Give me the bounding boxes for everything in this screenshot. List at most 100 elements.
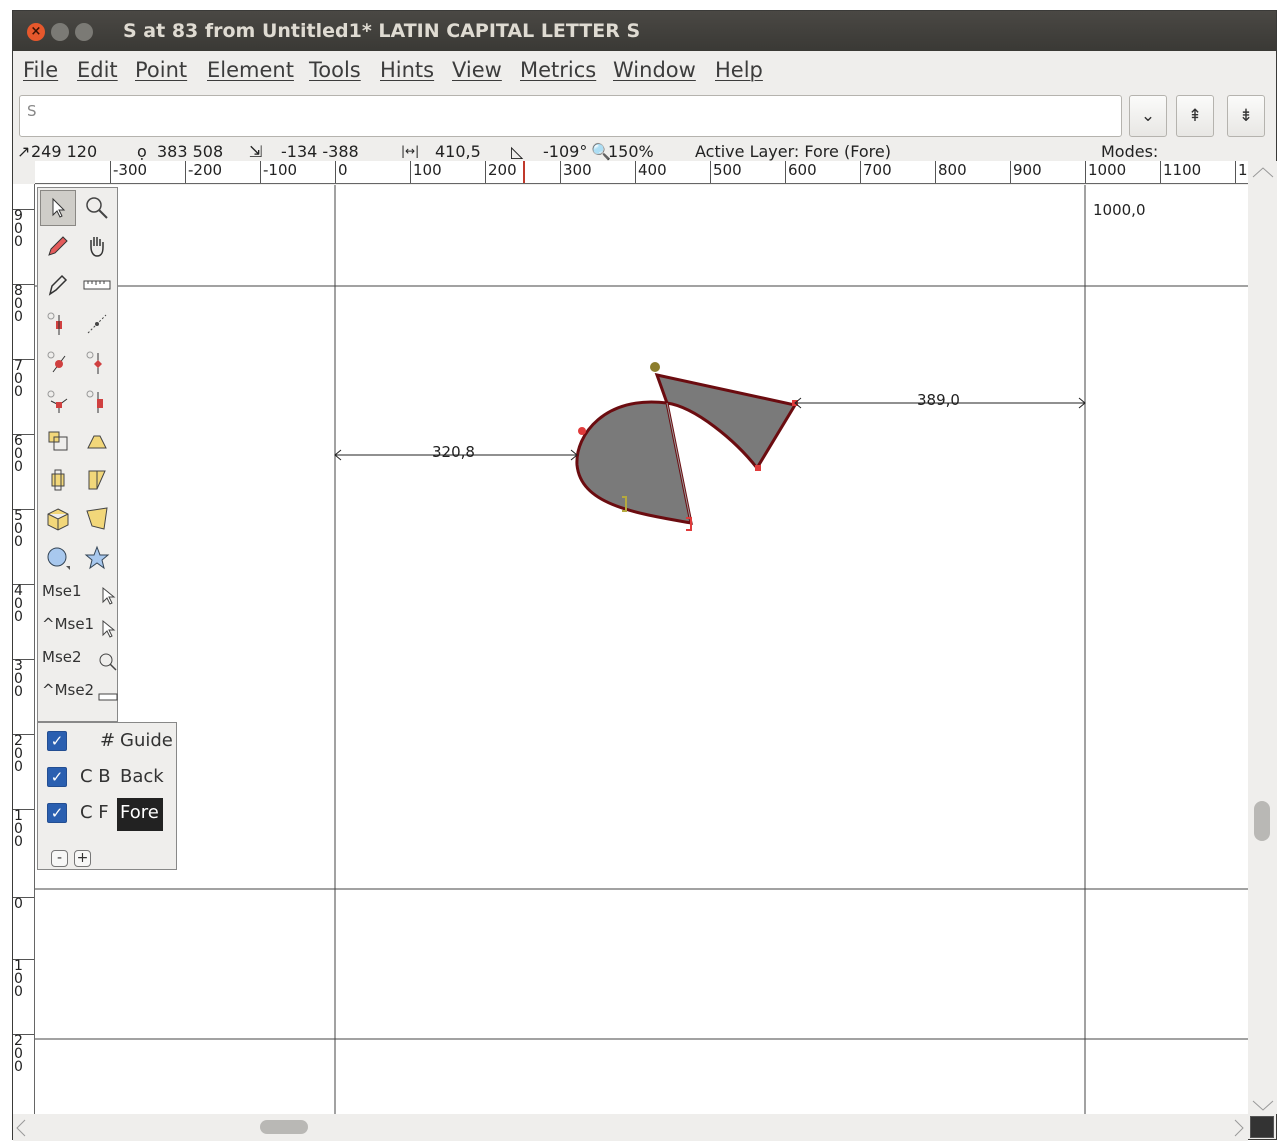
distance-value: 410,5	[435, 142, 481, 161]
scroll-tool[interactable]	[79, 228, 115, 264]
layer-fore-checkbox[interactable]: ✓	[47, 803, 67, 823]
circle-icon	[47, 547, 70, 570]
ruler-tick: 300	[560, 161, 592, 183]
cube-icon	[47, 508, 69, 531]
scroll-left-icon[interactable]	[15, 1118, 27, 1138]
add-corner-point-tool[interactable]	[79, 345, 115, 381]
ruler-tick: 2 0 0	[13, 734, 34, 774]
horizontal-scroll-thumb[interactable]	[260, 1120, 308, 1134]
ellipse-tool[interactable]	[40, 540, 76, 576]
3d-rotate-tool[interactable]	[40, 501, 76, 537]
vertical-scroll-thumb[interactable]	[1254, 801, 1270, 841]
menu-metrics[interactable]: Metrics	[520, 58, 596, 82]
pen-tool[interactable]	[40, 267, 76, 303]
glyph-outline-view	[35, 185, 1248, 1114]
ruler-tick: 700	[860, 161, 892, 183]
scroll-down-icon[interactable]	[1250, 1099, 1276, 1113]
layer-row-fore[interactable]: ✓ C F Fore	[38, 798, 177, 831]
rotate-tool[interactable]	[40, 462, 76, 498]
ruler-tick: 5 0 0	[13, 509, 34, 549]
menu-hints[interactable]: Hints	[380, 58, 434, 82]
add-anchor-point-tool[interactable]	[79, 384, 115, 420]
info-bar: ↗ 249 120 ọ 383 508 ⇲ -134 -388 |↔| 410,…	[13, 142, 1276, 162]
ruler-tick: 2 0 0	[13, 1034, 34, 1074]
minimize-button[interactable]	[51, 23, 69, 41]
add-hv-curve-point-tool[interactable]	[40, 345, 76, 381]
tangent-point-icon	[47, 390, 68, 413]
scale-icon	[48, 431, 68, 451]
layer-back-checkbox[interactable]: ✓	[47, 767, 67, 787]
vertical-ruler: 9 0 0 8 0 0 7 0 0 6 0 0 5 0 0 4 0 0 3 0 …	[13, 184, 35, 1114]
pen-icon	[48, 274, 68, 296]
layer-row-guide[interactable]: ✓ # Guide	[38, 726, 177, 756]
corner-point	[755, 465, 761, 471]
close-button[interactable]: ×	[27, 23, 45, 41]
angle-value: -109°	[543, 142, 588, 161]
previous-glyph-button[interactable]: ⇞	[1176, 95, 1214, 137]
add-layer-button[interactable]: +	[74, 850, 91, 867]
scroll-up-icon[interactable]	[1250, 165, 1276, 179]
menu-element[interactable]: Element	[207, 58, 294, 82]
resize-grip-icon[interactable]	[1250, 1116, 1274, 1138]
scroll-right-icon[interactable]	[1233, 1118, 1245, 1138]
maximize-button[interactable]	[75, 23, 93, 41]
tools-palette: Mse1 ^Mse1 Mse2 ^Mse2	[37, 187, 118, 722]
freehand-tool[interactable]	[40, 228, 76, 264]
advance-width-label: 1000,0	[1093, 201, 1146, 219]
ruler-tick: 200	[485, 161, 517, 183]
mouse1-label: Mse1	[42, 582, 82, 600]
ruler-tick: 100	[410, 161, 442, 183]
ruler-tick: -100	[260, 161, 297, 183]
skew-tool[interactable]	[79, 462, 115, 498]
ruler-icon	[83, 280, 111, 290]
ruler-tick: 6 0 0	[13, 434, 34, 474]
menu-help[interactable]: Help	[715, 58, 763, 82]
ruler-tick: 1	[1235, 161, 1248, 183]
ruler-tool[interactable]	[79, 267, 115, 303]
glyph-dropdown-button[interactable]: ⌄	[1129, 95, 1167, 137]
scale-tool[interactable]	[40, 423, 76, 459]
menu-tools[interactable]: Tools	[309, 58, 361, 82]
star-tool[interactable]	[79, 540, 115, 576]
horizontal-scrollbar[interactable]	[13, 1114, 1248, 1141]
vertical-scrollbar[interactable]	[1248, 161, 1277, 1114]
layer-guide-checkbox[interactable]: ✓	[47, 731, 67, 751]
ruler-tick: 0	[335, 161, 348, 183]
ctrl-mouse1-label: ^Mse1	[42, 615, 95, 633]
ruler-tick: -200	[185, 161, 222, 183]
glyph-window: × S at 83 from Untitled1* LATIN CAPITAL …	[12, 10, 1277, 1141]
ruler-tick: 8 0 0	[13, 284, 34, 324]
magnify-tool[interactable]	[79, 190, 115, 226]
knife-tool[interactable]	[79, 306, 115, 342]
add-curve-point-tool[interactable]	[40, 306, 76, 342]
right-bearing-label: 389,0	[917, 391, 960, 409]
ruler-tick: 400	[635, 161, 667, 183]
glyph-canvas[interactable]: 1000,0 320,8 389,0	[35, 185, 1248, 1114]
menu-file[interactable]: File	[23, 58, 58, 82]
menu-edit[interactable]: Edit	[77, 58, 118, 82]
add-tangent-point-tool[interactable]	[40, 384, 76, 420]
glyph-name-input[interactable]: S	[19, 95, 1122, 137]
next-glyph-button[interactable]: ⇟	[1227, 95, 1265, 137]
layer-fore-code: C F	[80, 802, 109, 823]
glyph-contour-lower	[575, 400, 693, 525]
flip-tool[interactable]	[79, 423, 115, 459]
menu-view[interactable]: View	[452, 58, 502, 82]
ruler-tick: 1000	[1085, 161, 1126, 183]
menu-bar: File Edit Point Element Tools Hints View…	[13, 51, 1276, 93]
layer-back-code: C B	[80, 766, 111, 787]
window-title: S at 83 from Untitled1* LATIN CAPITAL LE…	[123, 20, 641, 42]
layer-row-back[interactable]: ✓ C B Back	[38, 762, 177, 792]
start-point	[650, 362, 660, 372]
perspective-tool[interactable]	[79, 501, 115, 537]
pointer-icon	[52, 197, 66, 218]
hv-curve-point-icon	[47, 351, 66, 373]
remove-layer-button[interactable]: -	[51, 850, 68, 867]
point-position: 383 508	[157, 142, 224, 161]
cursor-position: 249 120	[31, 142, 98, 161]
perspective-icon	[86, 507, 108, 530]
pointer-tool[interactable]	[40, 190, 76, 226]
menu-window[interactable]: Window	[613, 58, 696, 82]
menu-point[interactable]: Point	[135, 58, 187, 82]
corner-point-icon	[86, 351, 102, 374]
